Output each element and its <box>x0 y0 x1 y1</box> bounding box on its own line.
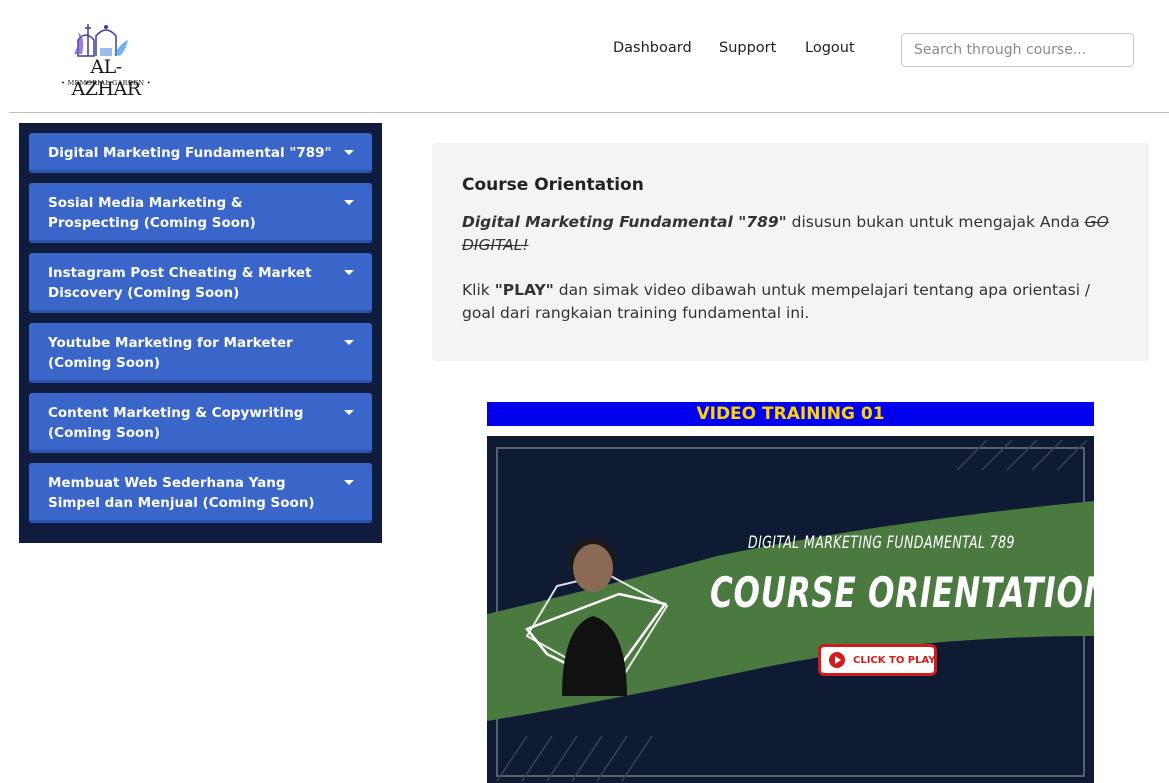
sidebar-item-content-marketing[interactable]: Content Marketing & Copywriting (Coming … <box>29 393 372 453</box>
caret-down-icon <box>344 270 354 275</box>
caret-down-icon <box>344 340 354 345</box>
sidebar-item-membuat-web[interactable]: Membuat Web Sederhana Yang Simpel dan Me… <box>29 463 372 523</box>
instruction-text: dan simak video dibawah untuk mempelajar… <box>462 281 1091 322</box>
nav-dashboard-link[interactable]: Dashboard <box>613 40 692 56</box>
sidebar-item-label: Instagram Post Cheating & Market Discove… <box>48 265 312 301</box>
intro-text: disusun bukan untuk mengajak Anda <box>786 213 1085 231</box>
sidebar-item-instagram-post[interactable]: Instagram Post Cheating & Market Discove… <box>29 253 372 313</box>
header: AL-AZHAR • MEMORIAL GARDEN • Dashboard S… <box>0 0 1169 113</box>
sidebar-item-label: Membuat Web Sederhana Yang Simpel dan Me… <box>48 475 315 511</box>
search-input[interactable] <box>901 33 1134 67</box>
video-thumbnail[interactable]: DIGITAL MARKETING FUNDAMENTAL 789 COURSE… <box>487 436 1094 783</box>
caret-down-icon <box>344 410 354 415</box>
click-to-play-button[interactable]: CLICK TO PLAY <box>818 644 937 676</box>
nav-support-link[interactable]: Support <box>719 40 776 56</box>
intro-paragraph: Digital Marketing Fundamental "789" disu… <box>462 211 1119 257</box>
course-orientation-card: Course Orientation Digital Marketing Fun… <box>432 143 1149 361</box>
sidebar-item-label: Content Marketing & Copywriting (Coming … <box>48 405 304 441</box>
instruction-paragraph: Klik "PLAY" dan simak video dibawah untu… <box>462 279 1119 325</box>
caret-down-icon <box>344 200 354 205</box>
logo[interactable]: AL-AZHAR • MEMORIAL GARDEN • <box>56 18 156 100</box>
sidebar-item-label: Digital Marketing Fundamental "789" <box>48 145 332 161</box>
caret-down-icon <box>344 150 354 155</box>
sidebar-item-youtube-marketing[interactable]: Youtube Marketing for Marketer (Coming S… <box>29 323 372 383</box>
sidebar-item-sosial-media-marketing[interactable]: Sosial Media Marketing & Prospecting (Co… <box>29 183 372 243</box>
sidebar-item-digital-marketing-fundamental[interactable]: Digital Marketing Fundamental "789" <box>29 133 372 173</box>
video-banner: VIDEO TRAINING 01 <box>487 402 1094 426</box>
play-keyword: "PLAY" <box>494 281 554 299</box>
play-label: CLICK TO PLAY <box>853 654 936 666</box>
course-sidebar: Digital Marketing Fundamental "789" Sosi… <box>19 123 382 543</box>
play-icon <box>829 652 845 668</box>
caret-down-icon <box>344 480 354 485</box>
logo-name: AL-AZHAR <box>71 56 141 100</box>
logo-subtitle: • MEMORIAL GARDEN • <box>61 79 151 87</box>
mosque-logo-icon <box>74 24 128 57</box>
header-divider <box>9 112 1169 113</box>
page-title: Course Orientation <box>462 175 644 195</box>
nav-logout-link[interactable]: Logout <box>805 40 855 56</box>
instruction-prefix: Klik <box>462 281 495 299</box>
video-title: COURSE ORIENTATION <box>710 568 1094 617</box>
sidebar-item-label: Youtube Marketing for Marketer (Coming S… <box>48 335 293 371</box>
sidebar-item-label: Sosial Media Marketing & Prospecting (Co… <box>48 195 256 231</box>
video-subtitle: DIGITAL MARKETING FUNDAMENTAL 789 <box>748 533 1015 553</box>
course-name: Digital Marketing Fundamental "789" <box>462 213 787 231</box>
